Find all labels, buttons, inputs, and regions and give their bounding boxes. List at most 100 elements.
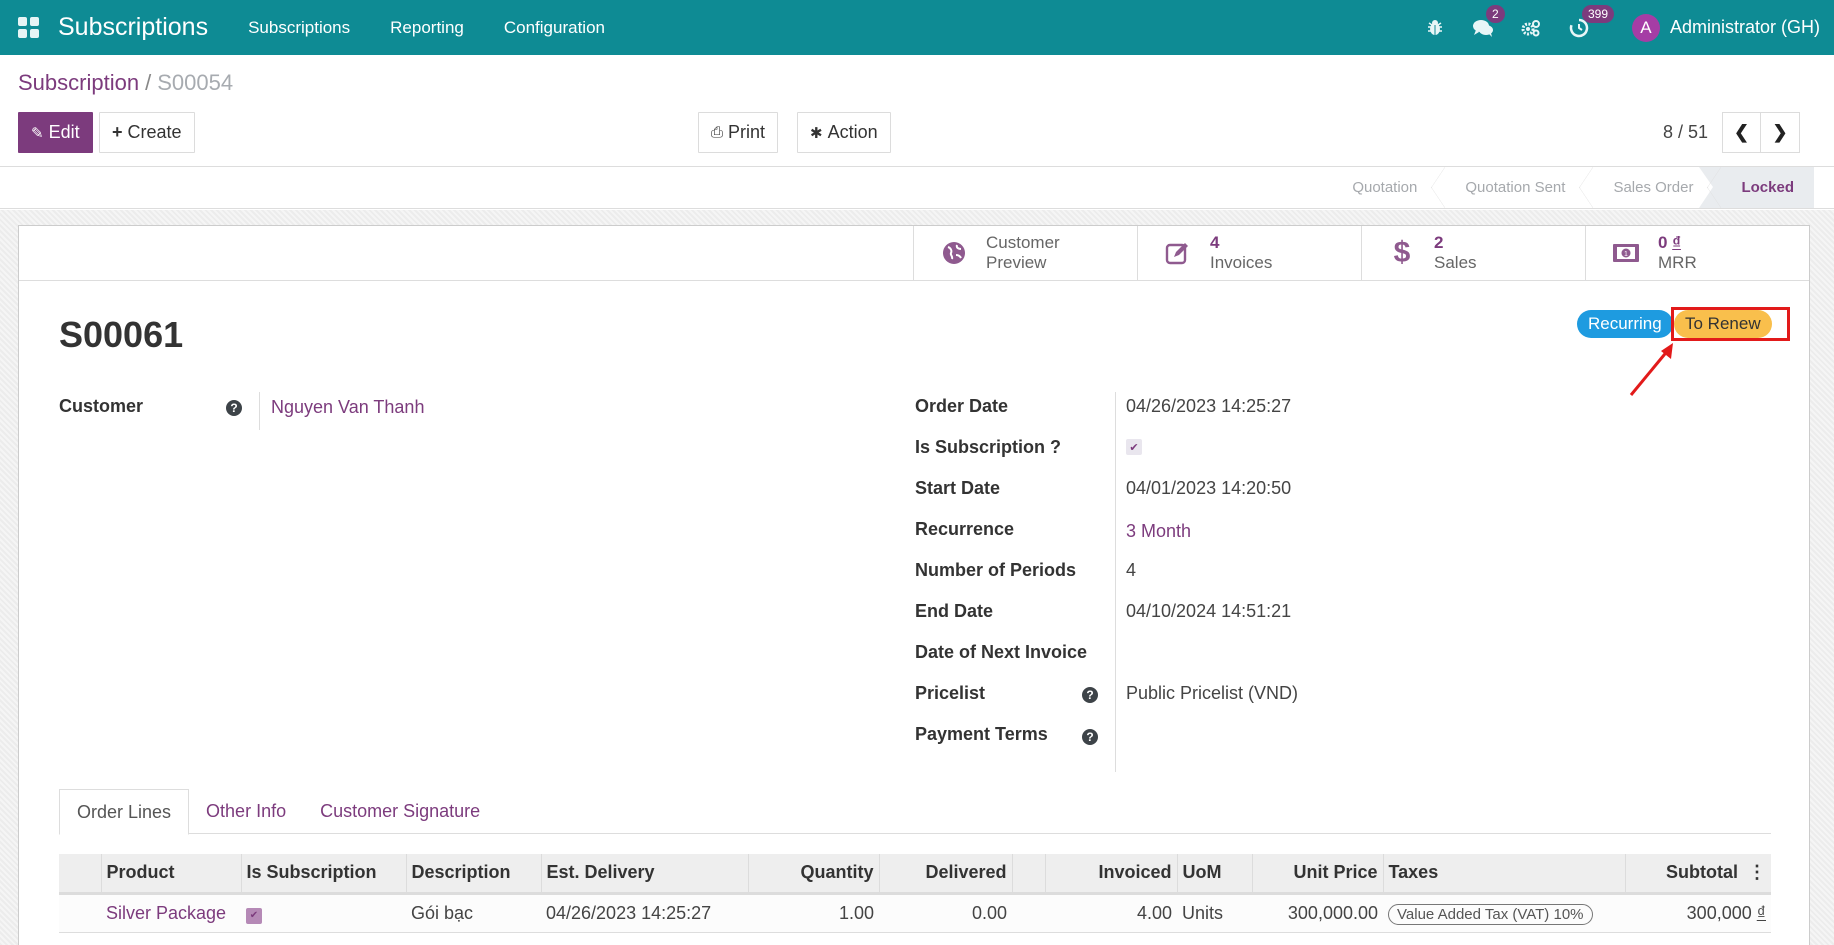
customer-preview-label-2: Preview: [986, 253, 1047, 272]
top-navbar: Subscriptions Subscriptions Reporting Co…: [0, 0, 1834, 55]
messages-icon[interactable]: 2: [1472, 4, 1505, 39]
edit-button[interactable]: ✎ Edit: [18, 112, 93, 153]
column-unit-price[interactable]: Unit Price: [1251, 854, 1383, 895]
mrr-label: MRR: [1658, 253, 1697, 272]
user-name: Administrator (GH): [1669, 17, 1820, 37]
tab-customer-signature[interactable]: Customer Signature: [303, 789, 497, 834]
is-subscription-checkbox[interactable]: ✔: [1126, 439, 1142, 455]
customer-value[interactable]: Nguyen Van Thanh: [271, 397, 424, 418]
customer-preview-button[interactable]: Customer Preview: [913, 226, 1137, 280]
stage-locked[interactable]: Locked: [1699, 167, 1814, 208]
column-uom[interactable]: UoM: [1176, 854, 1252, 895]
globe-icon: [940, 239, 968, 267]
print-icon: ⎙: [711, 124, 724, 141]
recurrence-value[interactable]: 3 Month: [1126, 521, 1191, 542]
messages-count-badge: 2: [1485, 4, 1505, 23]
column-quantity[interactable]: Quantity: [747, 854, 879, 895]
plus-icon: +: [112, 122, 123, 142]
help-question-icon[interactable]: ?: [226, 400, 242, 416]
breadcrumb-separator: /: [145, 70, 152, 95]
table-row[interactable]: Silver Package ✔ Gói bạc 04/26/2023 14:2…: [59, 893, 1771, 933]
breadcrumb-parent[interactable]: Subscription: [18, 70, 139, 95]
cell-est-delivery: 04/26/2023 14:25:27: [541, 893, 748, 933]
sales-label: Sales: [1434, 253, 1477, 272]
table-header-row: Product Is Subscription Description Est.…: [59, 854, 1771, 895]
stage-quotation-sent[interactable]: Quotation Sent: [1437, 167, 1594, 208]
cell-product[interactable]: Silver Package: [101, 893, 241, 933]
create-button[interactable]: + Create: [99, 112, 195, 153]
cell-blank: [1012, 893, 1045, 933]
button-box: Customer Preview 4 Invoices $ 2 Sales 1: [913, 226, 1809, 280]
column-product[interactable]: Product: [100, 854, 241, 895]
help-question-icon[interactable]: ?: [1082, 729, 1098, 745]
is-subscription-label: Is Subscription ?: [915, 437, 1062, 457]
end-date-label: End Date: [915, 601, 994, 621]
sales-button[interactable]: $ 2 Sales: [1361, 226, 1585, 280]
pager-next-button[interactable]: ❯: [1761, 112, 1800, 153]
optional-columns-kebab-icon[interactable]: ⋮: [1748, 862, 1766, 882]
row-handle: [59, 893, 101, 933]
annotation-arrow-icon: [1629, 343, 1673, 396]
chevron-right-icon: ❯: [1772, 122, 1788, 142]
cell-subtotal: 300,000 ₫: [1625, 893, 1771, 933]
column-taxes[interactable]: Taxes: [1382, 854, 1625, 895]
activities-clock-icon[interactable]: 399: [1568, 4, 1614, 39]
app-name[interactable]: Subscriptions: [58, 13, 208, 42]
stage-sales-order[interactable]: Sales Order: [1585, 167, 1722, 208]
column-is-subscription[interactable]: Is Subscription: [240, 854, 406, 895]
action-button[interactable]: ✱ Action: [797, 112, 891, 153]
settings-gears-icon[interactable]: [1520, 17, 1542, 39]
pager-value[interactable]: 8 / 51: [1663, 122, 1708, 143]
notebook-tabs: Order Lines Other Info Customer Signatur…: [59, 789, 1771, 835]
user-menu[interactable]: A Administrator (GH): [1631, 13, 1820, 42]
invoices-label: Invoices: [1210, 253, 1273, 272]
edit-button-label: Edit: [48, 122, 80, 142]
svg-text:1: 1: [1624, 251, 1628, 258]
menu-reporting[interactable]: Reporting: [390, 18, 464, 38]
stage-quotation[interactable]: Quotation: [1324, 167, 1446, 208]
cell-unit-price: 300,000.00: [1252, 893, 1383, 933]
order-date-value: 04/26/2023 14:25:27: [1126, 396, 1292, 416]
mrr-button[interactable]: 1 0 ₫ MRR: [1585, 226, 1809, 280]
menu-configuration[interactable]: Configuration: [504, 18, 605, 38]
column-subtotal-label: Subtotal: [1665, 862, 1738, 883]
tag-recurring: Recurring: [1577, 310, 1673, 338]
debug-bug-icon[interactable]: [1424, 17, 1446, 39]
customer-label: Customer: [59, 396, 144, 416]
column-delivered[interactable]: Delivered: [878, 854, 1012, 895]
recurrence-label: Recurrence: [915, 519, 1015, 539]
start-date-value: 04/01/2023 14:20:50: [1126, 478, 1292, 498]
invoices-button[interactable]: 4 Invoices: [1137, 226, 1361, 280]
apps-menu-icon[interactable]: [18, 16, 40, 39]
column-description[interactable]: Description: [405, 854, 541, 895]
pricelist-label: Pricelist: [915, 683, 986, 703]
help-question-icon[interactable]: ?: [1082, 687, 1098, 703]
mrr-value: 0 ₫: [1658, 233, 1697, 253]
pager-previous-button[interactable]: ❮: [1722, 112, 1761, 153]
tab-order-lines[interactable]: Order Lines: [59, 789, 190, 835]
column-invoiced[interactable]: Invoiced: [1044, 854, 1177, 895]
cell-taxes: Value Added Tax (VAT) 10%: [1383, 893, 1625, 933]
activities-count-badge: 399: [1581, 4, 1614, 23]
payment-terms-label: Payment Terms: [915, 724, 1048, 744]
column-est-delivery[interactable]: Est. Delivery: [540, 854, 748, 895]
invoices-count: 4: [1210, 233, 1220, 252]
column-subtotal[interactable]: Subtotal ⋮: [1624, 854, 1771, 895]
dollar-icon: $: [1393, 236, 1411, 269]
number-of-periods-value: 4: [1126, 560, 1137, 580]
field-separator: [259, 392, 260, 430]
subtotal-amount: 300,000: [1686, 902, 1757, 923]
next-invoice-date-label: Date of Next Invoice: [915, 642, 1088, 662]
tab-other-info[interactable]: Other Info: [189, 789, 303, 834]
pager: 8 / 51 ❮ ❯: [1663, 112, 1800, 153]
mrr-amount: 0: [1658, 233, 1673, 252]
pricelist-value: Public Pricelist (VND): [1126, 683, 1299, 703]
row-is-subscription-checkbox: ✔: [246, 908, 262, 924]
form-sheet: Customer Preview 4 Invoices $ 2 Sales 1: [18, 225, 1810, 945]
print-button[interactable]: ⎙ Print: [698, 112, 779, 153]
button-box-divider: [19, 280, 1809, 281]
menu-subscriptions[interactable]: Subscriptions: [248, 18, 350, 38]
action-button-label: Action: [827, 122, 878, 142]
annotation-highlight-box: [1671, 307, 1790, 341]
sales-count: 2: [1434, 233, 1444, 252]
